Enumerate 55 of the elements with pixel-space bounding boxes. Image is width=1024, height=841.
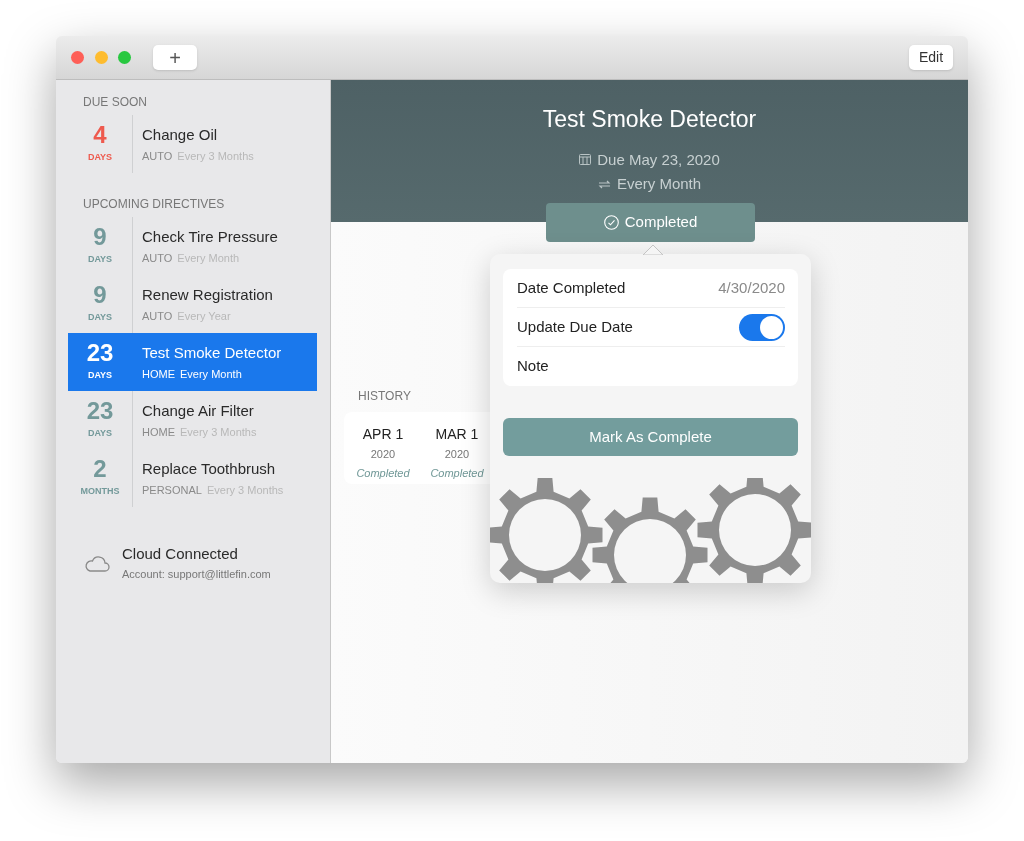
repeat-icon (597, 178, 611, 190)
directive-frequency: Every Month (180, 367, 242, 382)
directive-title: Test Smoke Detector (142, 342, 282, 363)
history-date: MAR 1 (435, 425, 479, 444)
detail-title: Test Smoke Detector (542, 105, 757, 134)
check-circle-icon (603, 215, 619, 230)
directive-category: AUTO (142, 149, 173, 164)
history-year: 2020 (370, 447, 396, 462)
count-unit: DAYS (87, 151, 113, 165)
directive-category: PERSONAL (142, 483, 202, 498)
directive-title: Replace Toothbrush (142, 458, 277, 479)
completed-button[interactable]: Completed (546, 203, 755, 242)
cloud-status: Cloud Connected (122, 544, 239, 564)
history-year: 2020 (444, 447, 470, 462)
directive-category: AUTO (142, 251, 173, 266)
edit-button[interactable]: Edit (909, 45, 953, 70)
cloud-icon (84, 553, 110, 572)
section-header: DUE SOON (82, 94, 148, 111)
count-unit: MONTHS (80, 485, 120, 499)
count-number: 2 (93, 457, 107, 482)
directive-title: Check Tire Pressure (142, 226, 278, 247)
toggle-switch[interactable] (739, 313, 785, 341)
field-label: Date Completed (517, 277, 626, 298)
count-unit: DAYS (87, 253, 113, 267)
section-header: UPCOMING DIRECTIVES (82, 196, 226, 213)
count-number: 9 (93, 283, 107, 308)
count-number: 23 (86, 341, 114, 366)
count-number: 9 (93, 225, 107, 250)
minimize-icon[interactable] (95, 51, 108, 64)
count-unit: DAYS (87, 369, 113, 383)
count-unit: DAYS (87, 427, 113, 441)
add-button[interactable]: + (153, 45, 197, 70)
field-label: Note (517, 356, 549, 377)
field-label: Update Due Date (517, 316, 633, 337)
directive-category: HOME (142, 425, 175, 440)
count-number: 4 (93, 123, 107, 148)
history-status: Completed (356, 465, 410, 481)
directive-category: AUTO (142, 309, 173, 324)
history-header: HISTORY (357, 388, 412, 405)
directive-item[interactable]: 23 DAYS Test Smoke Detector HOME Every Month (68, 333, 317, 391)
repeat-frequency: Every Month (616, 174, 702, 194)
zoom-icon[interactable] (118, 51, 131, 64)
history-date: APR 1 (362, 425, 404, 444)
history-status: Completed (430, 465, 484, 481)
due-date: Due May 23, 2020 (597, 149, 720, 170)
count-unit: DAYS (87, 311, 113, 325)
calendar-icon (579, 154, 592, 166)
account-email: Account: support@littlefin.com (122, 566, 271, 582)
directive-category: HOME (142, 367, 175, 382)
directive-title: Change Air Filter (142, 400, 255, 421)
close-icon[interactable] (71, 51, 84, 64)
count-number: 23 (86, 399, 114, 424)
directive-title: Change Oil (142, 124, 219, 145)
directive-title: Renew Registration (142, 284, 273, 305)
date-value[interactable]: 4/30/2020 (718, 276, 785, 300)
